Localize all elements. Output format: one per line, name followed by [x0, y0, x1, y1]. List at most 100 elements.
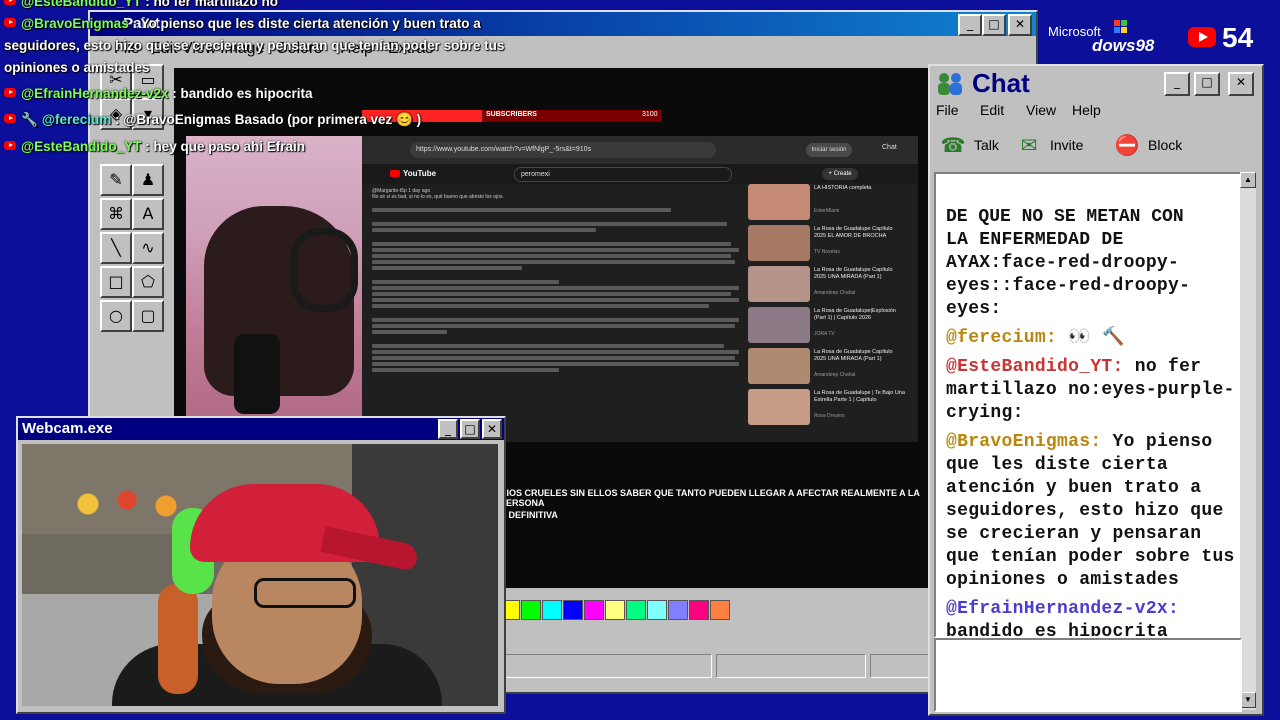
block-label: Block — [1148, 137, 1183, 153]
color-swatch[interactable] — [605, 600, 625, 620]
color-swatch[interactable] — [668, 600, 688, 620]
rec-meta: EnterMiami — [814, 208, 840, 214]
color-swatch[interactable] — [563, 600, 583, 620]
chat-message: LA ENFERMEDAD DE AYAX:face-red-droopy-ey… — [946, 229, 1236, 321]
webcam-maximize-button[interactable]: □ — [460, 419, 480, 439]
subscriber-goal-value: 3100 — [642, 111, 658, 118]
chat-message: @EsteBandido_YT: no fer martillazo no:ey… — [946, 356, 1236, 425]
rectangle-tool-icon[interactable]: □ — [100, 266, 132, 298]
rec-title: La Rosa de Guadalupe Capítulo 2025 EL AM… — [814, 226, 893, 239]
chat-message-user[interactable]: @EfrainHernandez-v2x: — [946, 599, 1179, 619]
wrench-icon: 🔧 — [21, 112, 38, 127]
overlay-chat-line: @EsteBandido_YT : no fer martillazo no — [4, 0, 278, 9]
rec-item[interactable]: La Rosa de Guadalupe Capítulo 2025 EL AM… — [748, 223, 912, 263]
photo-headphones — [290, 228, 358, 312]
rec-title: La Rosa de Guadalupe Capítulo 2025 UNA M… — [814, 349, 893, 362]
overlay-chat-text: hey que paso ahi Efrain — [153, 139, 305, 154]
chat-menu-file[interactable]: File — [936, 102, 959, 118]
chat-minimize-button[interactable]: _ — [1164, 72, 1190, 96]
chat-menu-edit[interactable]: Edit — [980, 102, 1004, 118]
browser-capture: https://www.youtube.com/watch?v=WfNlgP_-… — [362, 136, 918, 442]
youtube-recommendations: LA HISTORIA completa EnterMiami La Rosa d… — [748, 182, 912, 440]
browser-url-bar[interactable]: https://www.youtube.com/watch?v=WfNlgP_-… — [410, 142, 716, 158]
overlay-chat-line: seguidores, esto hizo que se crecieran y… — [4, 38, 505, 53]
brush-tool-icon[interactable]: ♟ — [132, 164, 164, 196]
chat-message: @EfrainHernandez-v2x: bandido es hipocri… — [946, 598, 1236, 636]
chat-menu-help[interactable]: Help — [1072, 102, 1101, 118]
ellipse-tool-icon[interactable]: ○ — [100, 300, 132, 332]
webcam-close-button[interactable]: ✕ — [482, 419, 502, 439]
youtube-header: YouTube peromexi + Create — [362, 164, 918, 184]
youtube-create-button[interactable]: + Create — [822, 168, 858, 180]
block-button[interactable]: ⛔ Block — [1114, 132, 1194, 158]
chat-title-bar[interactable]: Chat _ □ ✕ — [930, 66, 1262, 100]
youtube-icon — [4, 88, 16, 97]
chat-message-user[interactable]: @ferecium: — [946, 328, 1068, 348]
chat-menu-view[interactable]: View — [1026, 102, 1056, 118]
color-swatch[interactable] — [647, 600, 667, 620]
youtube-play-icon — [390, 170, 400, 178]
overlay-chat-sep: : — [141, 139, 154, 154]
pencil-tool-icon[interactable]: ✎ — [100, 164, 132, 196]
curve-tool-icon[interactable]: ∿ — [132, 232, 164, 264]
rec-title: La Rosa de Guadalupe | Te Bajo Una Estre… — [814, 390, 905, 403]
youtube-search-input[interactable]: peromexi — [514, 167, 732, 182]
color-swatch[interactable] — [542, 600, 562, 620]
youtube-icon — [4, 141, 16, 150]
rec-item[interactable]: La Rosa de Guadalupe|Explosión (Part 1) … — [748, 305, 912, 345]
chat-message-text: LA ENFERMEDAD DE AYAX:face-red-droopy-ey… — [946, 230, 1191, 319]
paint-close-button[interactable]: ✕ — [1008, 14, 1032, 36]
youtube-icon — [4, 0, 16, 5]
overlay-chat-sep: : — [141, 0, 154, 9]
rec-meta: Amandeep Chahal — [814, 372, 856, 378]
webcam-title-bar[interactable]: Webcam.exe _ □ ✕ — [18, 418, 504, 440]
youtube-icon — [4, 18, 16, 27]
overlay-chat-line: opiniones o amistades — [4, 60, 150, 75]
chat-message-user[interactable]: @BravoEnigmas: — [946, 432, 1113, 452]
rec-item[interactable]: LA HISTORIA completa EnterMiami — [748, 182, 912, 222]
chat-message-user[interactable]: @EsteBandido_YT: — [946, 357, 1135, 377]
invite-button[interactable]: ✉ Invite — [1016, 132, 1106, 158]
scroll-down-arrow-icon[interactable]: ▼ — [1240, 692, 1256, 708]
chat-scrollbar[interactable]: ▲ ▼ — [1240, 172, 1256, 710]
rec-item[interactable]: La Rosa de Guadalupe Capítulo 2025 UNA M… — [748, 264, 912, 304]
chat-toolbar: ☎ Talk ✉ Invite ⛔ Block — [930, 126, 1262, 166]
rec-meta: JORA TV — [814, 331, 835, 337]
text-tool-icon[interactable]: A — [132, 198, 164, 230]
youtube-comment: @Margarito-t5p 1 day ago No sé si es bai… — [372, 188, 746, 438]
youtube-viewers-icon — [1188, 27, 1216, 47]
airbrush-tool-icon[interactable]: ⌘ — [100, 198, 132, 230]
scroll-up-arrow-icon[interactable]: ▲ — [1240, 172, 1256, 188]
color-swatch[interactable] — [626, 600, 646, 620]
rec-title: LA HISTORIA completa — [814, 185, 872, 191]
line-tool-icon[interactable]: ╲ — [100, 232, 132, 264]
color-swatch[interactable] — [584, 600, 604, 620]
color-swatch[interactable] — [710, 600, 730, 620]
color-swatch[interactable] — [689, 600, 709, 620]
chat-message-text: 👀 🔨 — [1068, 328, 1125, 348]
talk-label: Talk — [974, 137, 999, 153]
polygon-tool-icon[interactable]: ⬠ — [132, 266, 164, 298]
paint-minimize-button[interactable]: _ — [958, 14, 982, 36]
viewer-count: 54 — [1222, 22, 1254, 53]
rec-item[interactable]: La Rosa de Guadalupe Capítulo 2025 UNA M… — [748, 346, 912, 386]
color-swatch[interactable] — [521, 600, 541, 620]
paint-maximize-button[interactable]: □ — [982, 14, 1006, 36]
chat-close-button[interactable]: ✕ — [1228, 72, 1254, 96]
browser-chat-button[interactable]: Chat — [882, 144, 897, 151]
rec-item[interactable]: La Rosa de Guadalupe | Te Bajo Una Estre… — [748, 387, 912, 427]
chat-input-area[interactable] — [934, 638, 1242, 712]
browser-signin-button[interactable]: Iniciar sesión — [806, 143, 852, 157]
talk-button[interactable]: ☎ Talk — [940, 132, 1020, 158]
windows-flag-icon — [1114, 20, 1128, 34]
webcam-minimize-button[interactable]: _ — [438, 419, 458, 439]
chat-message-pane[interactable]: DE QUE NO SE METAN CON LA ENFERMEDAD DE … — [934, 172, 1242, 638]
rounded-rect-tool-icon[interactable]: ▢ — [132, 300, 164, 332]
caption-line-1: RIOS CRUELES SIN ELLOS SABER QUE TANTO P… — [500, 488, 920, 508]
logo-windows-text: dows98 — [1092, 36, 1155, 55]
rec-meta: Amandeep Chahal — [814, 290, 856, 296]
webcam-feed — [22, 444, 498, 706]
youtube-logo[interactable]: YouTube — [390, 169, 436, 178]
chat-maximize-button[interactable]: □ — [1194, 72, 1220, 96]
overlay-chat-user: @EsteBandido_YT — [21, 0, 142, 9]
